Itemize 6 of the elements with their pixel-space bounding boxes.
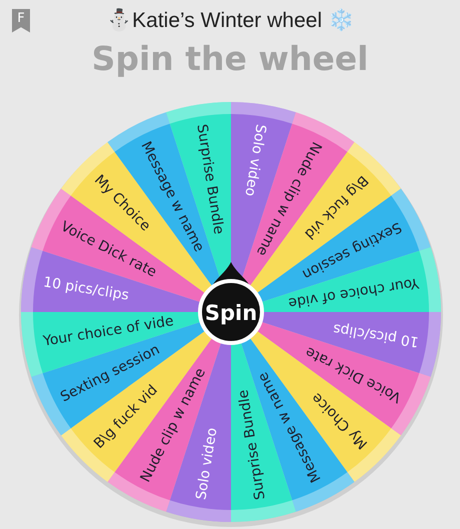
segment-label: Solo video — [241, 123, 269, 198]
segment-label: 10 pics/clips — [42, 274, 130, 304]
wheel-title: ⛄Katie’s Winter wheel ❄ — [105, 8, 355, 33]
page-heading: Spin the wheel — [90, 39, 370, 78]
segment-label: 10 pics/clips — [332, 320, 420, 350]
segment-label: Solo video — [193, 426, 221, 501]
